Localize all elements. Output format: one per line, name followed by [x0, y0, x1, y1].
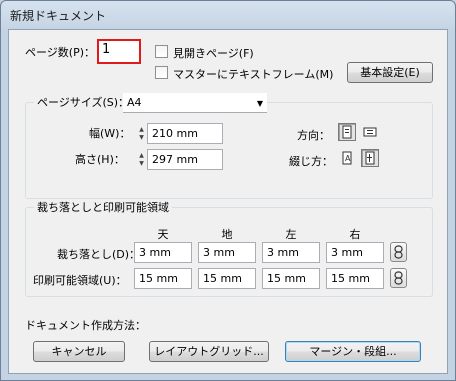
height-input[interactable]: 297 mm [147, 149, 223, 170]
svg-text:A: A [345, 154, 351, 163]
bleed-bottom-input[interactable]: 3 mm [198, 242, 256, 263]
slug-top-input[interactable]: 15 mm [134, 268, 192, 289]
slug-link-button[interactable] [390, 268, 407, 288]
width-input[interactable]: 210 mm [147, 123, 223, 144]
master-text-frame-label: マスターにテキストフレーム(M) [173, 68, 334, 81]
landscape-orientation-button[interactable] [361, 123, 379, 141]
spin-up-icon[interactable]: ▲ [139, 152, 144, 160]
window-title: 新規ドキュメント [10, 9, 107, 23]
page-size-select[interactable]: A4 ▼ [123, 93, 267, 113]
master-text-frame-checkbox[interactable] [155, 66, 168, 79]
pages-input[interactable]: 1 [97, 39, 141, 64]
bleed-right-input[interactable]: 3 mm [326, 242, 384, 263]
column-head-left: 左 [285, 228, 297, 241]
cancel-button[interactable]: キャンセル [33, 341, 125, 362]
portrait-icon [342, 125, 352, 139]
dropdown-arrow-icon: ▼ [256, 99, 263, 108]
page-size-selected: A4 [127, 96, 142, 109]
basic-settings-button[interactable]: 基本設定(E) [347, 62, 433, 83]
orientation-label: 方向： [297, 129, 330, 142]
height-spinner[interactable]: ▲ ▼ [137, 149, 146, 170]
landscape-icon [363, 127, 377, 137]
bleed-link-button[interactable] [390, 242, 407, 262]
creation-method-label: ドキュメント作成方法： [25, 319, 146, 332]
slug-right-input[interactable]: 15 mm [326, 268, 384, 289]
dialog-body: ページ数(P)： 1 見開きページ(F) マスターにテキストフレーム(M) 基本… [8, 29, 448, 374]
facing-pages-label: 見開きページ(F) [173, 47, 254, 60]
spin-down-icon[interactable]: ▼ [139, 160, 144, 168]
bleed-left-input[interactable]: 3 mm [262, 242, 320, 263]
spin-down-icon[interactable]: ▼ [139, 134, 144, 142]
bleed-label: 裁ち落とし(D)： [57, 248, 141, 261]
chain-link-icon [394, 271, 403, 285]
spin-up-icon[interactable]: ▲ [139, 126, 144, 134]
bleed-slug-group-label: 裁ち落としと印刷可能領域 [34, 199, 172, 215]
column-head-right: 右 [349, 228, 361, 241]
column-head-top: 天 [157, 228, 169, 241]
page-size-group-label: ページサイズ(S)： [34, 94, 133, 110]
layout-grid-button[interactable]: レイアウトグリッド... [149, 341, 269, 362]
pages-label: ページ数(P)： [25, 46, 95, 59]
bleed-top-input[interactable]: 3 mm [134, 242, 192, 263]
left-binding-icon: A [342, 151, 352, 165]
new-document-dialog: 新規ドキュメント ページ数(P)： 1 見開きページ(F) マスターにテキストフ… [0, 0, 456, 381]
slug-label: 印刷可能領域(U)： [33, 274, 127, 287]
margin-columns-button[interactable]: マージン・段組... [285, 341, 421, 362]
chain-link-icon [394, 245, 403, 259]
binding-label: 綴じ方： [289, 155, 333, 168]
portrait-orientation-button[interactable] [338, 123, 356, 141]
width-label: 幅(W)： [89, 127, 131, 140]
facing-pages-checkbox[interactable] [155, 45, 168, 58]
left-binding-button[interactable]: A [338, 149, 356, 167]
slug-bottom-input[interactable]: 15 mm [198, 268, 256, 289]
slug-left-input[interactable]: 15 mm [262, 268, 320, 289]
width-spinner[interactable]: ▲ ▼ [137, 123, 146, 144]
height-label: 高さ(H)： [75, 153, 125, 166]
column-head-bottom: 地 [221, 228, 233, 241]
right-binding-button[interactable] [361, 149, 379, 167]
right-binding-icon [365, 151, 375, 165]
